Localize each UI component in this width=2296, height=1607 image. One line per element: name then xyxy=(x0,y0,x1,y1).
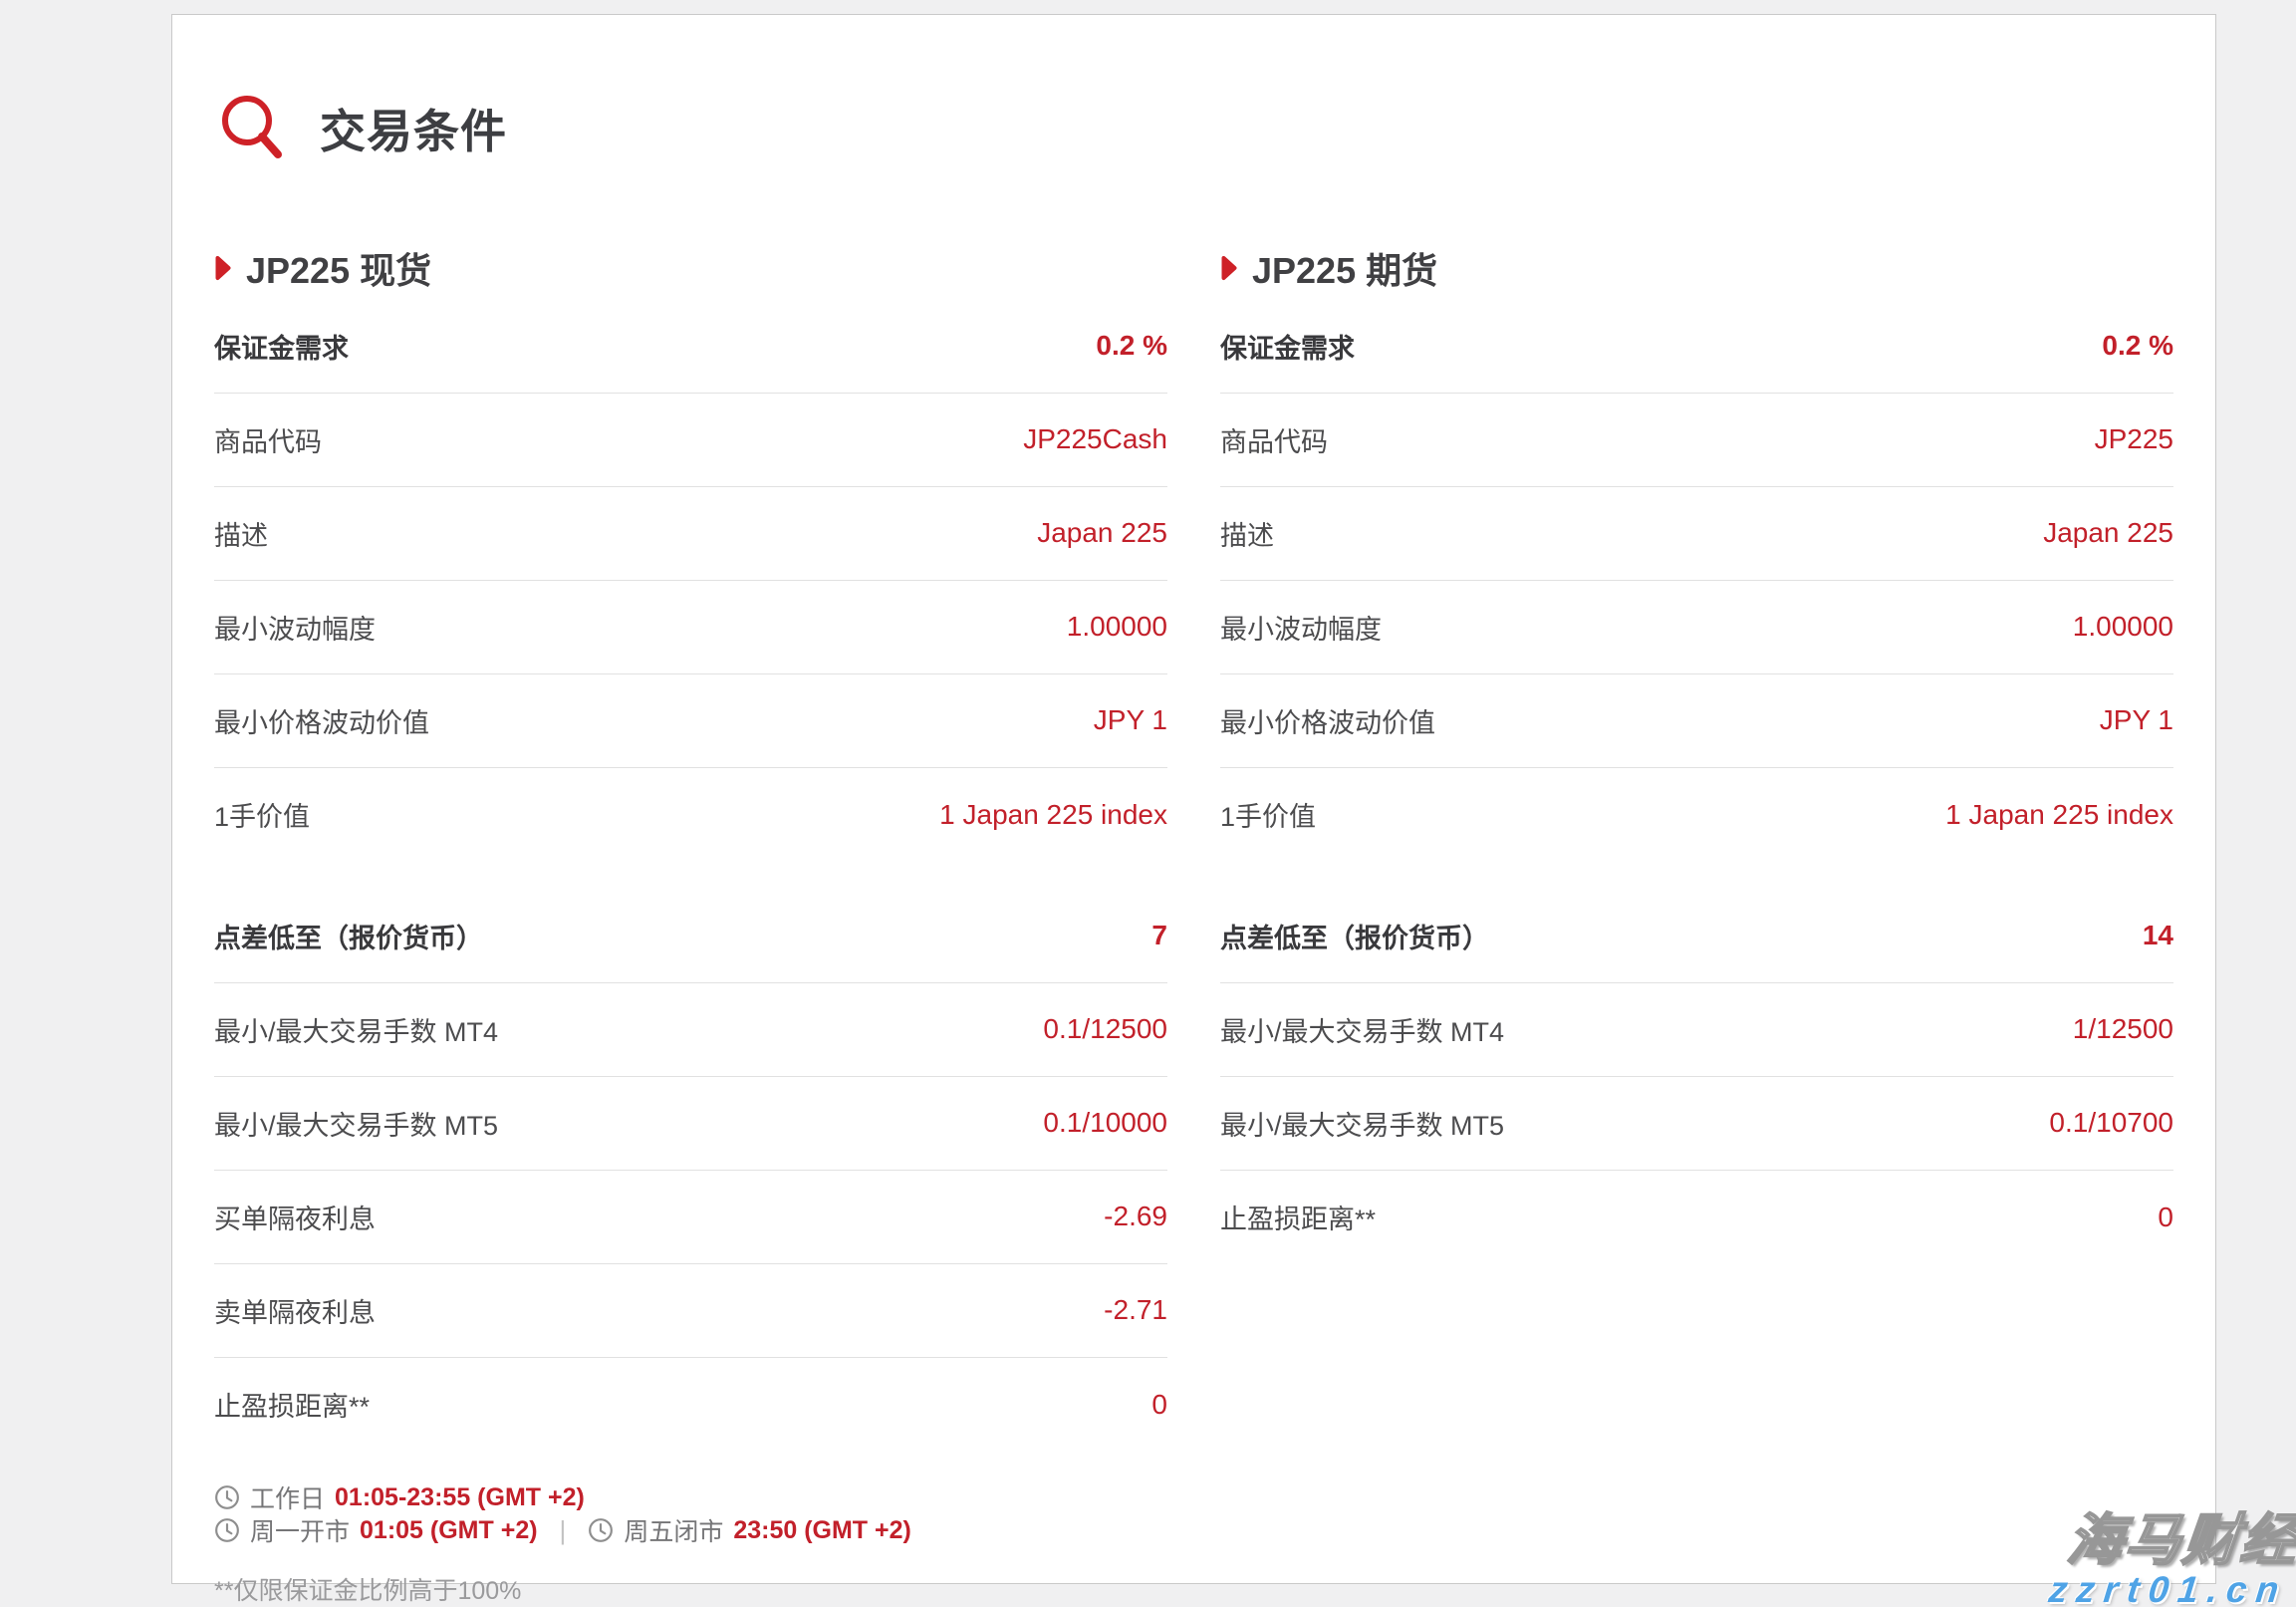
table-column-jp225-futures: JP225 期货保证金需求 0.2 % 商品代码 JP225 描述 Japan 225 最小… xyxy=(1220,244,2173,1607)
row-value: 1 Japan 225 index xyxy=(1945,798,2173,830)
monday-open-label: 周一开市 xyxy=(250,1518,351,1547)
table-row: 最小/最大交易手数 MT5 0.1/10000 xyxy=(214,1077,1167,1171)
section-heading-label: JP225 现货 xyxy=(246,249,432,291)
row-label: 1手价值 xyxy=(1220,802,1317,833)
clock-icon xyxy=(588,1517,614,1543)
friday-close-time: 23:50 (GMT +2) xyxy=(733,1515,911,1544)
table-row: 保证金需求 0.2 % xyxy=(214,300,1167,394)
friday-close-label: 周五闭市 xyxy=(624,1518,724,1547)
row-value: 7 xyxy=(1151,920,1167,951)
row-label: 点差低至（报价货币） xyxy=(214,923,483,953)
section-heading-label: JP225 期货 xyxy=(1252,249,1438,291)
table-row: 最小/最大交易手数 MT4 0.1/12500 xyxy=(214,983,1167,1077)
table-row: 止盈损距离** 0 xyxy=(1220,1171,2173,1264)
row-value: 1.00000 xyxy=(2072,611,2173,643)
page-title: 交易条件 xyxy=(320,105,507,157)
row-label: 止盈损距离** xyxy=(1220,1205,1377,1235)
table-row: 描述 Japan 225 xyxy=(214,487,1167,581)
table-row: 点差低至（报价货币） 14 xyxy=(1220,890,2173,983)
row-label: 最小波动幅度 xyxy=(1220,614,1382,645)
row-value: 1 Japan 225 index xyxy=(939,798,1167,830)
table-row: 1手价值 1 Japan 225 index xyxy=(1220,768,2173,862)
row-label: 最小/最大交易手数 MT4 xyxy=(1220,1016,1505,1047)
triangle-marker-icon xyxy=(214,254,231,282)
row-label: 点差低至（报价货币） xyxy=(1220,923,1489,953)
row-value: 0.2 % xyxy=(1096,330,1167,362)
row-value: JPY 1 xyxy=(2099,704,2173,736)
table-section: 点差低至（报价货币） 14 最小/最大交易手数 MT4 1/12500 最小/最大交易手… xyxy=(1220,890,2173,1264)
row-label: 最小波动幅度 xyxy=(214,614,376,645)
table-row: 最小波动幅度 1.00000 xyxy=(1220,581,2173,674)
card-inner: 交易条件 JP225 现货保证金需求 0.2 % 商品代码 JP225Cash 描述 Ja… xyxy=(172,15,2215,1607)
row-label: 卖单隔夜利息 xyxy=(214,1297,376,1328)
triangle-marker-icon xyxy=(1220,254,1237,282)
row-label: 商品代码 xyxy=(1220,426,1328,457)
section-heading: JP225 期货 xyxy=(1220,244,2173,292)
table-row: 保证金需求 0.2 % xyxy=(1220,300,2173,394)
row-label: 最小价格波动价值 xyxy=(214,707,429,738)
row-value: 1.00000 xyxy=(1066,611,1167,643)
row-label: 商品代码 xyxy=(214,426,322,457)
table-section: 保证金需求 0.2 % 商品代码 JP225 描述 Japan 225 最小波动幅度 1.00… xyxy=(1220,300,2173,862)
table-row: 止盈损距离** 0 xyxy=(214,1358,1167,1452)
table-row: 最小价格波动价值 JPY 1 xyxy=(1220,674,2173,768)
row-value: 0.2 % xyxy=(2102,330,2173,362)
trading-conditions-card: 交易条件 JP225 现货保证金需求 0.2 % 商品代码 JP225Cash 描述 Ja… xyxy=(171,14,2216,1605)
row-label: 最小/最大交易手数 MT5 xyxy=(1220,1110,1505,1141)
weekday-hours-line: 工作日 01:05-23:55 (GMT +2) xyxy=(214,1481,1167,1514)
row-value: JP225 xyxy=(2094,423,2173,455)
row-value: 0.1/10700 xyxy=(2049,1107,2173,1139)
row-value: 0 xyxy=(2158,1201,2173,1232)
row-value: JP225Cash xyxy=(1023,423,1167,455)
row-value: Japan 225 xyxy=(2043,517,2173,549)
row-value: 1/12500 xyxy=(2072,1013,2173,1045)
table-row: 最小波动幅度 1.00000 xyxy=(214,581,1167,674)
row-value: -2.71 xyxy=(1104,1294,1167,1326)
open-close-hours-line: 周一开市 01:05 (GMT +2) | 周五闭市 23:50 (GMT +2) xyxy=(214,1514,1167,1547)
row-value: JPY 1 xyxy=(1093,704,1167,736)
weekday-hours-time: 01:05-23:55 (GMT +2) xyxy=(335,1482,585,1511)
table-column-jp225-cash: JP225 现货保证金需求 0.2 % 商品代码 JP225Cash 描述 Japan 2… xyxy=(214,244,1167,1607)
row-label: 最小/最大交易手数 MT4 xyxy=(214,1016,499,1047)
table-row: 买单隔夜利息 -2.69 xyxy=(214,1171,1167,1264)
table-row: 最小价格波动价值 JPY 1 xyxy=(214,674,1167,768)
table-row: 点差低至（报价货币） 7 xyxy=(214,890,1167,983)
page-header: 交易条件 xyxy=(214,65,2173,192)
row-label: 保证金需求 xyxy=(214,333,349,364)
table-section: 保证金需求 0.2 % 商品代码 JP225Cash 描述 Japan 225 最小波动幅度… xyxy=(214,300,1167,862)
table-row: 商品代码 JP225 xyxy=(1220,394,2173,487)
table-row: 卖单隔夜利息 -2.71 xyxy=(214,1264,1167,1358)
search-icon xyxy=(216,92,290,165)
clock-icon xyxy=(214,1484,240,1510)
row-label: 止盈损距离** xyxy=(214,1392,371,1423)
row-value: 0.1/10000 xyxy=(1043,1107,1167,1139)
row-value: -2.69 xyxy=(1104,1201,1167,1232)
row-label: 1手价值 xyxy=(214,802,311,833)
row-label: 保证金需求 xyxy=(1220,333,1355,364)
margin-footnote: **仅限保证金比例高于100% xyxy=(214,1576,522,1605)
row-label: 描述 xyxy=(1220,520,1274,551)
table-section: 点差低至（报价货币） 7 最小/最大交易手数 MT4 0.1/12500 最小/最大交易… xyxy=(214,890,1167,1452)
row-value: 0.1/12500 xyxy=(1043,1013,1167,1045)
weekday-hours-label: 工作日 xyxy=(250,1485,326,1514)
trading-hours-footer: 工作日 01:05-23:55 (GMT +2) 周一开市 01:05 (GMT +2… xyxy=(214,1481,1167,1607)
tables: JP225 现货保证金需求 0.2 % 商品代码 JP225Cash 描述 Japan 2… xyxy=(214,244,2173,1607)
table-row: 商品代码 JP225Cash xyxy=(214,394,1167,487)
table-row: 最小/最大交易手数 MT4 1/12500 xyxy=(1220,983,2173,1077)
separator: | xyxy=(559,1514,567,1545)
row-label: 最小价格波动价值 xyxy=(1220,707,1435,738)
row-label: 最小/最大交易手数 MT5 xyxy=(214,1110,499,1141)
row-label: 买单隔夜利息 xyxy=(214,1204,376,1234)
page: 交易条件 JP225 现货保证金需求 0.2 % 商品代码 JP225Cash 描述 Ja… xyxy=(0,0,2296,1607)
table-row: 描述 Japan 225 xyxy=(1220,487,2173,581)
row-value: 0 xyxy=(1151,1388,1167,1420)
monday-open-time: 01:05 (GMT +2) xyxy=(360,1515,538,1544)
row-value: Japan 225 xyxy=(1037,517,1167,549)
section-heading: JP225 现货 xyxy=(214,244,1167,292)
clock-icon xyxy=(214,1517,240,1543)
table-row: 最小/最大交易手数 MT5 0.1/10700 xyxy=(1220,1077,2173,1171)
row-value: 14 xyxy=(2142,920,2173,951)
table-row: 1手价值 1 Japan 225 index xyxy=(214,768,1167,862)
row-label: 描述 xyxy=(214,520,268,551)
